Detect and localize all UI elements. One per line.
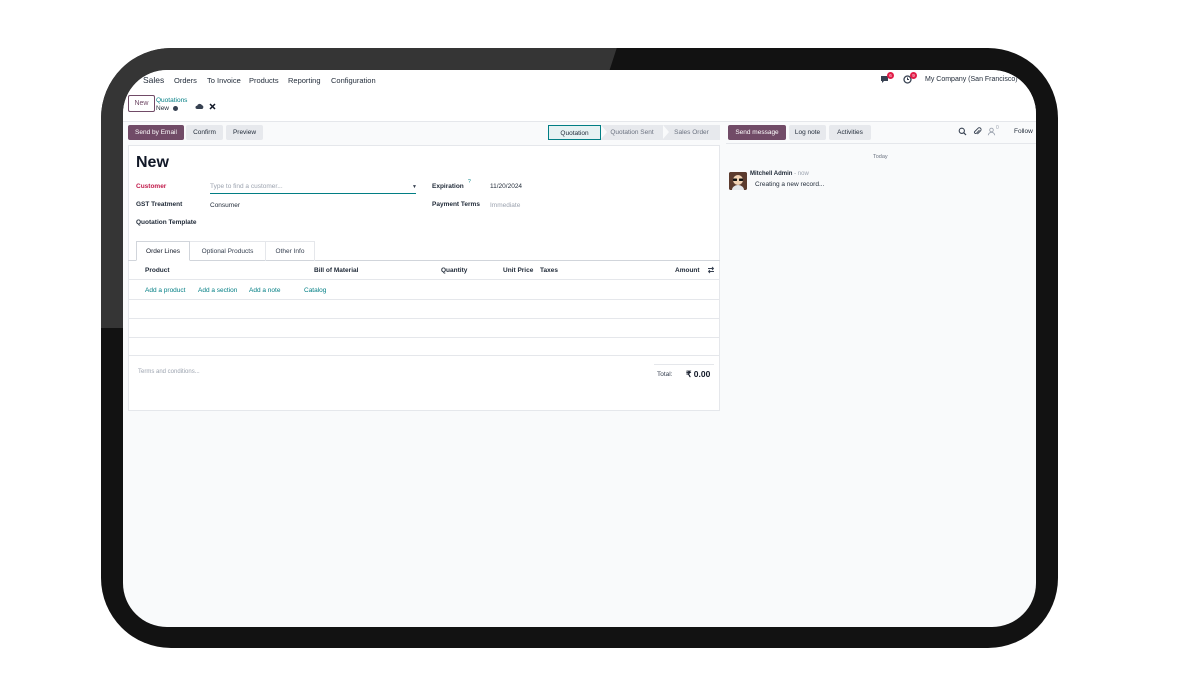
quotation-template-label: Quotation Template bbox=[136, 219, 197, 226]
menu-reporting[interactable]: Reporting bbox=[288, 76, 321, 85]
date-separator: Today bbox=[873, 154, 888, 160]
activities-badge: 9 bbox=[910, 72, 917, 79]
follow-button[interactable]: Follow bbox=[1014, 128, 1033, 135]
preview-button[interactable]: Preview bbox=[226, 125, 263, 140]
discard-icon[interactable] bbox=[209, 103, 216, 110]
device-frame: Sales Orders To Invoice Products Reporti… bbox=[101, 48, 1058, 648]
menu-products[interactable]: Products bbox=[249, 76, 279, 85]
chatter-divider bbox=[726, 143, 1036, 144]
paperclip-icon[interactable] bbox=[973, 127, 982, 136]
control-panel bbox=[123, 90, 1036, 122]
terms-and-conditions-input[interactable]: Terms and conditions... bbox=[138, 369, 200, 375]
column-settings-icon[interactable] bbox=[707, 266, 715, 274]
breadcrumb-quotations[interactable]: Quotations bbox=[156, 97, 187, 104]
record-title: New bbox=[136, 154, 169, 171]
column-unit-price[interactable]: Unit Price bbox=[503, 267, 533, 274]
search-icon[interactable] bbox=[958, 127, 967, 136]
breadcrumb-current: New bbox=[156, 105, 170, 112]
new-button[interactable]: New bbox=[128, 95, 155, 112]
total-divider bbox=[654, 364, 714, 365]
confirm-button[interactable]: Confirm bbox=[186, 125, 223, 140]
tab-other-info[interactable]: Other Info bbox=[266, 241, 315, 261]
send-message-button[interactable]: Send message bbox=[728, 125, 786, 140]
payment-terms-placeholder[interactable]: Immediate bbox=[490, 202, 520, 209]
payment-terms-label: Payment Terms bbox=[432, 201, 480, 208]
author-name[interactable]: Mitchell Admin bbox=[750, 171, 792, 177]
tab-optional-products[interactable]: Optional Products bbox=[190, 241, 266, 261]
customer-label: Customer bbox=[136, 183, 167, 190]
expiration-label: Expiration bbox=[432, 183, 464, 190]
help-icon[interactable]: ? bbox=[468, 179, 471, 185]
add-section-link[interactable]: Add a section bbox=[198, 287, 237, 294]
caret-down-icon[interactable]: ▼ bbox=[412, 184, 417, 190]
table-row bbox=[128, 318, 720, 319]
status-separator bbox=[601, 125, 607, 139]
message-body: Creating a new record... bbox=[755, 181, 825, 188]
add-note-link[interactable]: Add a note bbox=[249, 287, 280, 294]
column-bill-of-material[interactable]: Bill of Material bbox=[314, 267, 358, 274]
app-screen: Sales Orders To Invoice Products Reporti… bbox=[123, 70, 1036, 627]
column-product[interactable]: Product bbox=[145, 267, 170, 274]
avatar bbox=[729, 172, 747, 190]
status-quotation[interactable]: Quotation bbox=[548, 125, 601, 140]
activities-button[interactable]: Activities bbox=[829, 125, 871, 140]
table-row bbox=[128, 299, 720, 300]
menu-configuration[interactable]: Configuration bbox=[331, 76, 376, 85]
customer-placeholder: Type to find a customer... bbox=[210, 183, 283, 190]
company-switcher[interactable]: My Company (San Francisco) bbox=[925, 76, 1018, 83]
tab-order-lines[interactable]: Order Lines bbox=[136, 241, 190, 261]
message-time: - now bbox=[794, 171, 809, 177]
save-cloud-icon[interactable] bbox=[195, 103, 204, 110]
status-sales-order[interactable]: Sales Order bbox=[663, 125, 720, 140]
app-name[interactable]: Sales bbox=[143, 75, 164, 85]
gst-treatment-label: GST Treatment bbox=[136, 201, 183, 208]
column-quantity[interactable]: Quantity bbox=[441, 267, 467, 274]
table-row bbox=[128, 337, 720, 338]
messages-badge: 6 bbox=[887, 72, 894, 79]
menu-to-invoice[interactable]: To Invoice bbox=[207, 76, 241, 85]
send-by-email-button[interactable]: Send by Email bbox=[128, 125, 184, 140]
column-amount[interactable]: Amount bbox=[675, 267, 700, 274]
table-row bbox=[128, 355, 720, 356]
menu-orders[interactable]: Orders bbox=[174, 76, 197, 85]
gst-treatment-value[interactable]: Consumer bbox=[210, 202, 240, 209]
followers-icon[interactable] bbox=[987, 127, 996, 136]
total-value: ₹ 0.00 bbox=[686, 369, 711, 379]
status-separator bbox=[663, 125, 669, 139]
expiration-value[interactable]: 11/20/2024 bbox=[490, 183, 522, 190]
table-header-divider bbox=[128, 279, 720, 280]
followers-count: 0 bbox=[996, 125, 999, 131]
message-author: Mitchell Admin - now bbox=[750, 171, 809, 177]
log-note-button[interactable]: Log note bbox=[789, 125, 826, 140]
add-product-link[interactable]: Add a product bbox=[145, 287, 185, 294]
gear-icon[interactable] bbox=[173, 106, 178, 111]
total-label: Total: bbox=[657, 371, 673, 378]
status-quotation-sent[interactable]: Quotation Sent bbox=[601, 125, 663, 140]
catalog-link[interactable]: Catalog bbox=[304, 287, 326, 294]
column-taxes[interactable]: Taxes bbox=[540, 267, 558, 274]
